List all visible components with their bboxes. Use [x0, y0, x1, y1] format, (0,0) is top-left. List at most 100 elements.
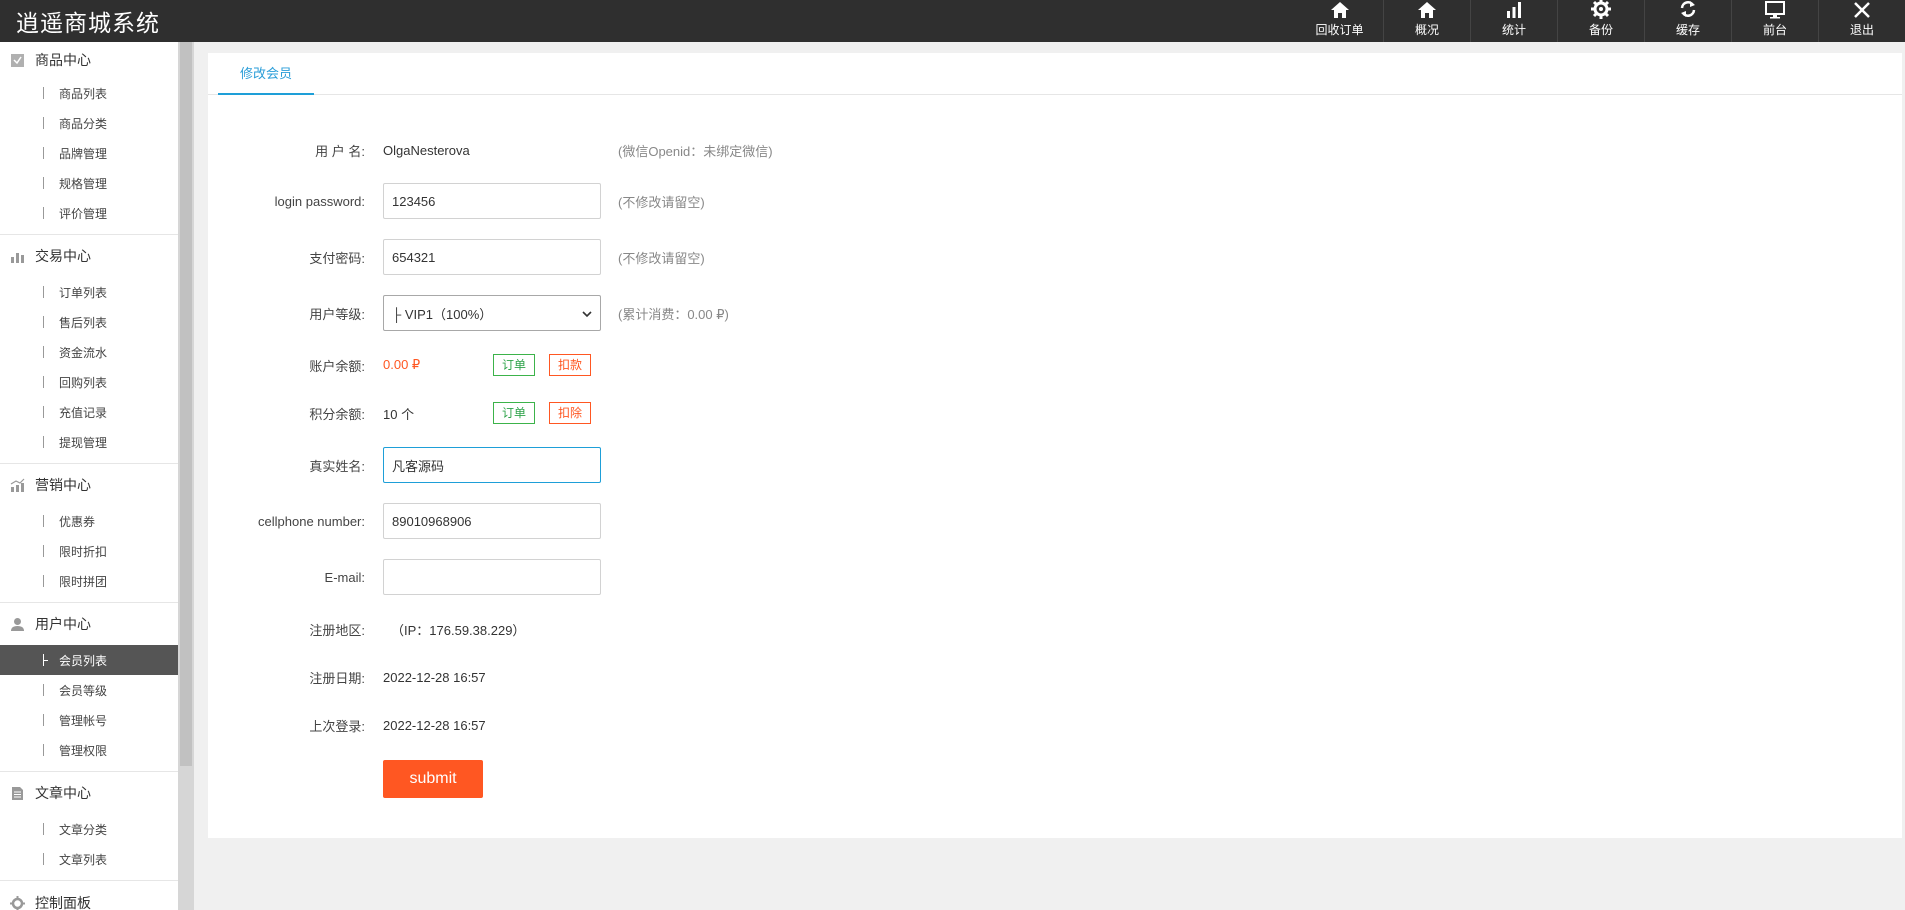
sidebar-item-funds[interactable]: 资金流水 — [0, 337, 194, 367]
field-label: 注册地区: — [309, 622, 365, 638]
topnav-stats[interactable]: 统计 — [1470, 0, 1557, 42]
bar-chart-icon — [9, 248, 25, 264]
sidebar-scrollbar[interactable] — [178, 42, 194, 910]
balance-value: 0.00 ₽ — [383, 357, 421, 372]
phone-input[interactable]: 89010968906 — [383, 503, 601, 539]
field-label: login password: — [274, 193, 365, 209]
monitor-icon — [1765, 0, 1785, 19]
field-label: 用户等级: — [309, 306, 365, 322]
form-row-region: 注册地区: （IP：176.59.38.229） — [208, 611, 1108, 647]
tab-edit-member[interactable]: 修改会员 — [218, 53, 314, 95]
form-row-login-password: login password: 123456 (不修改请留空) — [208, 183, 1108, 219]
form-row-level: 用户等级: ├ VIP1（100%） (累计消费：0.00 ₽) — [208, 295, 1108, 331]
document-icon — [9, 785, 25, 801]
field-label: E-mail: — [324, 569, 365, 585]
points-orders-button[interactable]: 订单 — [493, 402, 536, 424]
form-row-pay-password: 支付密码: 654321 (不修改请留空) — [208, 239, 1108, 275]
topnav-frontend[interactable]: 前台 — [1731, 0, 1818, 42]
sidebar-item-admin-accounts[interactable]: 管理帐号 — [0, 705, 194, 735]
login-password-input[interactable]: 123456 — [383, 183, 601, 219]
pay-password-input[interactable]: 654321 — [383, 239, 601, 275]
topnav-label: 回收订单 — [1315, 23, 1364, 37]
sidebar-item-group-buy[interactable]: 限时拼团 — [0, 566, 194, 596]
bar-chart-icon — [1505, 0, 1523, 19]
user-level-select[interactable]: ├ VIP1（100%） — [383, 295, 601, 331]
sidebar-group-users: 用户中心 会员列表 会员等级 管理帐号 管理权限 — [0, 603, 194, 772]
sidebar-item-buyback[interactable]: 回购列表 — [0, 367, 194, 397]
field-label: cellphone number: — [258, 513, 365, 529]
username-value: OlgaNesterova — [383, 142, 470, 158]
field-label: 账户余额: — [309, 358, 365, 374]
field-label: 注册日期: — [309, 670, 365, 686]
sidebar-item-flash-discount[interactable]: 限时折扣 — [0, 536, 194, 566]
field-label: 用 户 名: — [315, 143, 365, 159]
sidebar-group-trade: 交易中心 订单列表 售后列表 资金流水 回购列表 充值记录 提现管理 — [0, 235, 194, 464]
form-row-points: 积分余额: 10 个 订单 扣除 — [208, 395, 1108, 431]
home-icon — [1417, 0, 1437, 19]
real-name-input[interactable]: 凡客源码 — [383, 447, 601, 483]
field-label: 上次登录: — [309, 718, 365, 734]
sidebar-group-title[interactable]: 用户中心 — [0, 603, 194, 645]
topnav-backup[interactable]: 备份 — [1557, 0, 1644, 42]
topnav-cache[interactable]: 缓存 — [1644, 0, 1731, 42]
balance-orders-button[interactable]: 订单 — [493, 354, 536, 376]
sidebar-group-control: 控制面板 — [0, 881, 194, 910]
field-hint: (不修改请留空) — [618, 250, 705, 266]
scrollbar-thumb[interactable] — [180, 42, 192, 766]
reg-date-value: 2022-12-28 16:57 — [383, 669, 486, 685]
sidebar-group-title[interactable]: 营销中心 — [0, 464, 194, 506]
region-value: （IP：176.59.38.229） — [391, 622, 526, 638]
sidebar-item-spec[interactable]: 规格管理 — [0, 168, 194, 198]
topnav-recycle-orders[interactable]: 回收订单 — [1296, 0, 1383, 42]
main-panel: 修改会员 用 户 名: OlgaNesterova (微信Openid：未绑定微… — [208, 53, 1902, 838]
top-nav: 回收订单 概况 统计 备份 缓存 前台 退出 — [1296, 0, 1905, 42]
app-brand: 逍遥商城系统 — [16, 11, 160, 37]
package-icon — [9, 52, 25, 68]
consumption-hint: (累计消费：0.00 ₽) — [618, 306, 729, 322]
sidebar-item-goods-category[interactable]: 商品分类 — [0, 108, 194, 138]
select-value: ├ VIP1（100%） — [392, 306, 493, 322]
topnav-label: 备份 — [1588, 23, 1613, 37]
form-row-username: 用 户 名: OlgaNesterova (微信Openid：未绑定微信) — [208, 132, 1108, 168]
sidebar-group-title[interactable]: 商品中心 — [0, 42, 194, 78]
topnav-label: 缓存 — [1675, 23, 1700, 37]
sidebar-item-after-sales[interactable]: 售后列表 — [0, 307, 194, 337]
sidebar-item-brand[interactable]: 品牌管理 — [0, 138, 194, 168]
sidebar-item-orders[interactable]: 订单列表 — [0, 277, 194, 307]
email-input[interactable] — [383, 559, 601, 595]
tab-bar: 修改会员 — [208, 53, 1902, 95]
user-icon — [9, 616, 25, 632]
field-label: 支付密码: — [309, 250, 365, 266]
sidebar-group-marketing: 营销中心 优惠券 限时折扣 限时拼团 — [0, 464, 194, 603]
sidebar-item-review[interactable]: 评价管理 — [0, 198, 194, 228]
sidebar-item-recharge[interactable]: 充值记录 — [0, 397, 194, 427]
last-login-value: 2022-12-28 16:57 — [383, 717, 486, 733]
topnav-logout[interactable]: 退出 — [1818, 0, 1905, 42]
sidebar-group-title[interactable]: 控制面板 — [0, 881, 194, 910]
points-deduct-button[interactable]: 扣除 — [549, 402, 592, 424]
form-row-email: E-mail: — [208, 559, 1108, 595]
topnav-label: 退出 — [1849, 23, 1874, 37]
form-row-balance: 账户余额: 0.00 ₽ 订单 扣款 — [208, 347, 1108, 383]
chevron-down-icon — [582, 306, 592, 321]
topnav-label: 前台 — [1762, 23, 1787, 37]
topnav-label: 概况 — [1414, 23, 1439, 37]
submit-button[interactable]: submit — [383, 760, 483, 798]
sidebar-item-coupon[interactable]: 优惠券 — [0, 506, 194, 536]
sidebar-group-title[interactable]: 文章中心 — [0, 772, 194, 814]
sidebar-item-article-list[interactable]: 文章列表 — [0, 844, 194, 874]
sidebar-item-article-category[interactable]: 文章分类 — [0, 814, 194, 844]
points-value: 10 个 — [383, 406, 415, 422]
sidebar-group-title[interactable]: 交易中心 — [0, 235, 194, 277]
sidebar-item-member-level[interactable]: 会员等级 — [0, 675, 194, 705]
sidebar-item-members[interactable]: 会员列表 — [0, 645, 194, 675]
topnav-overview[interactable]: 概况 — [1383, 0, 1470, 42]
wechat-hint: (微信Openid：未绑定微信) — [618, 143, 773, 159]
topnav-label: 统计 — [1501, 23, 1526, 37]
sidebar-item-goods-list[interactable]: 商品列表 — [0, 78, 194, 108]
balance-deduct-button[interactable]: 扣款 — [549, 354, 592, 376]
sidebar-group-goods: 商品中心 商品列表 商品分类 品牌管理 规格管理 评价管理 — [0, 42, 194, 235]
sidebar-item-withdraw[interactable]: 提现管理 — [0, 427, 194, 457]
sidebar-item-admin-permissions[interactable]: 管理权限 — [0, 735, 194, 765]
top-bar: 逍遥商城系统 回收订单 概况 统计 备份 缓存 前台 退出 — [0, 0, 1905, 42]
